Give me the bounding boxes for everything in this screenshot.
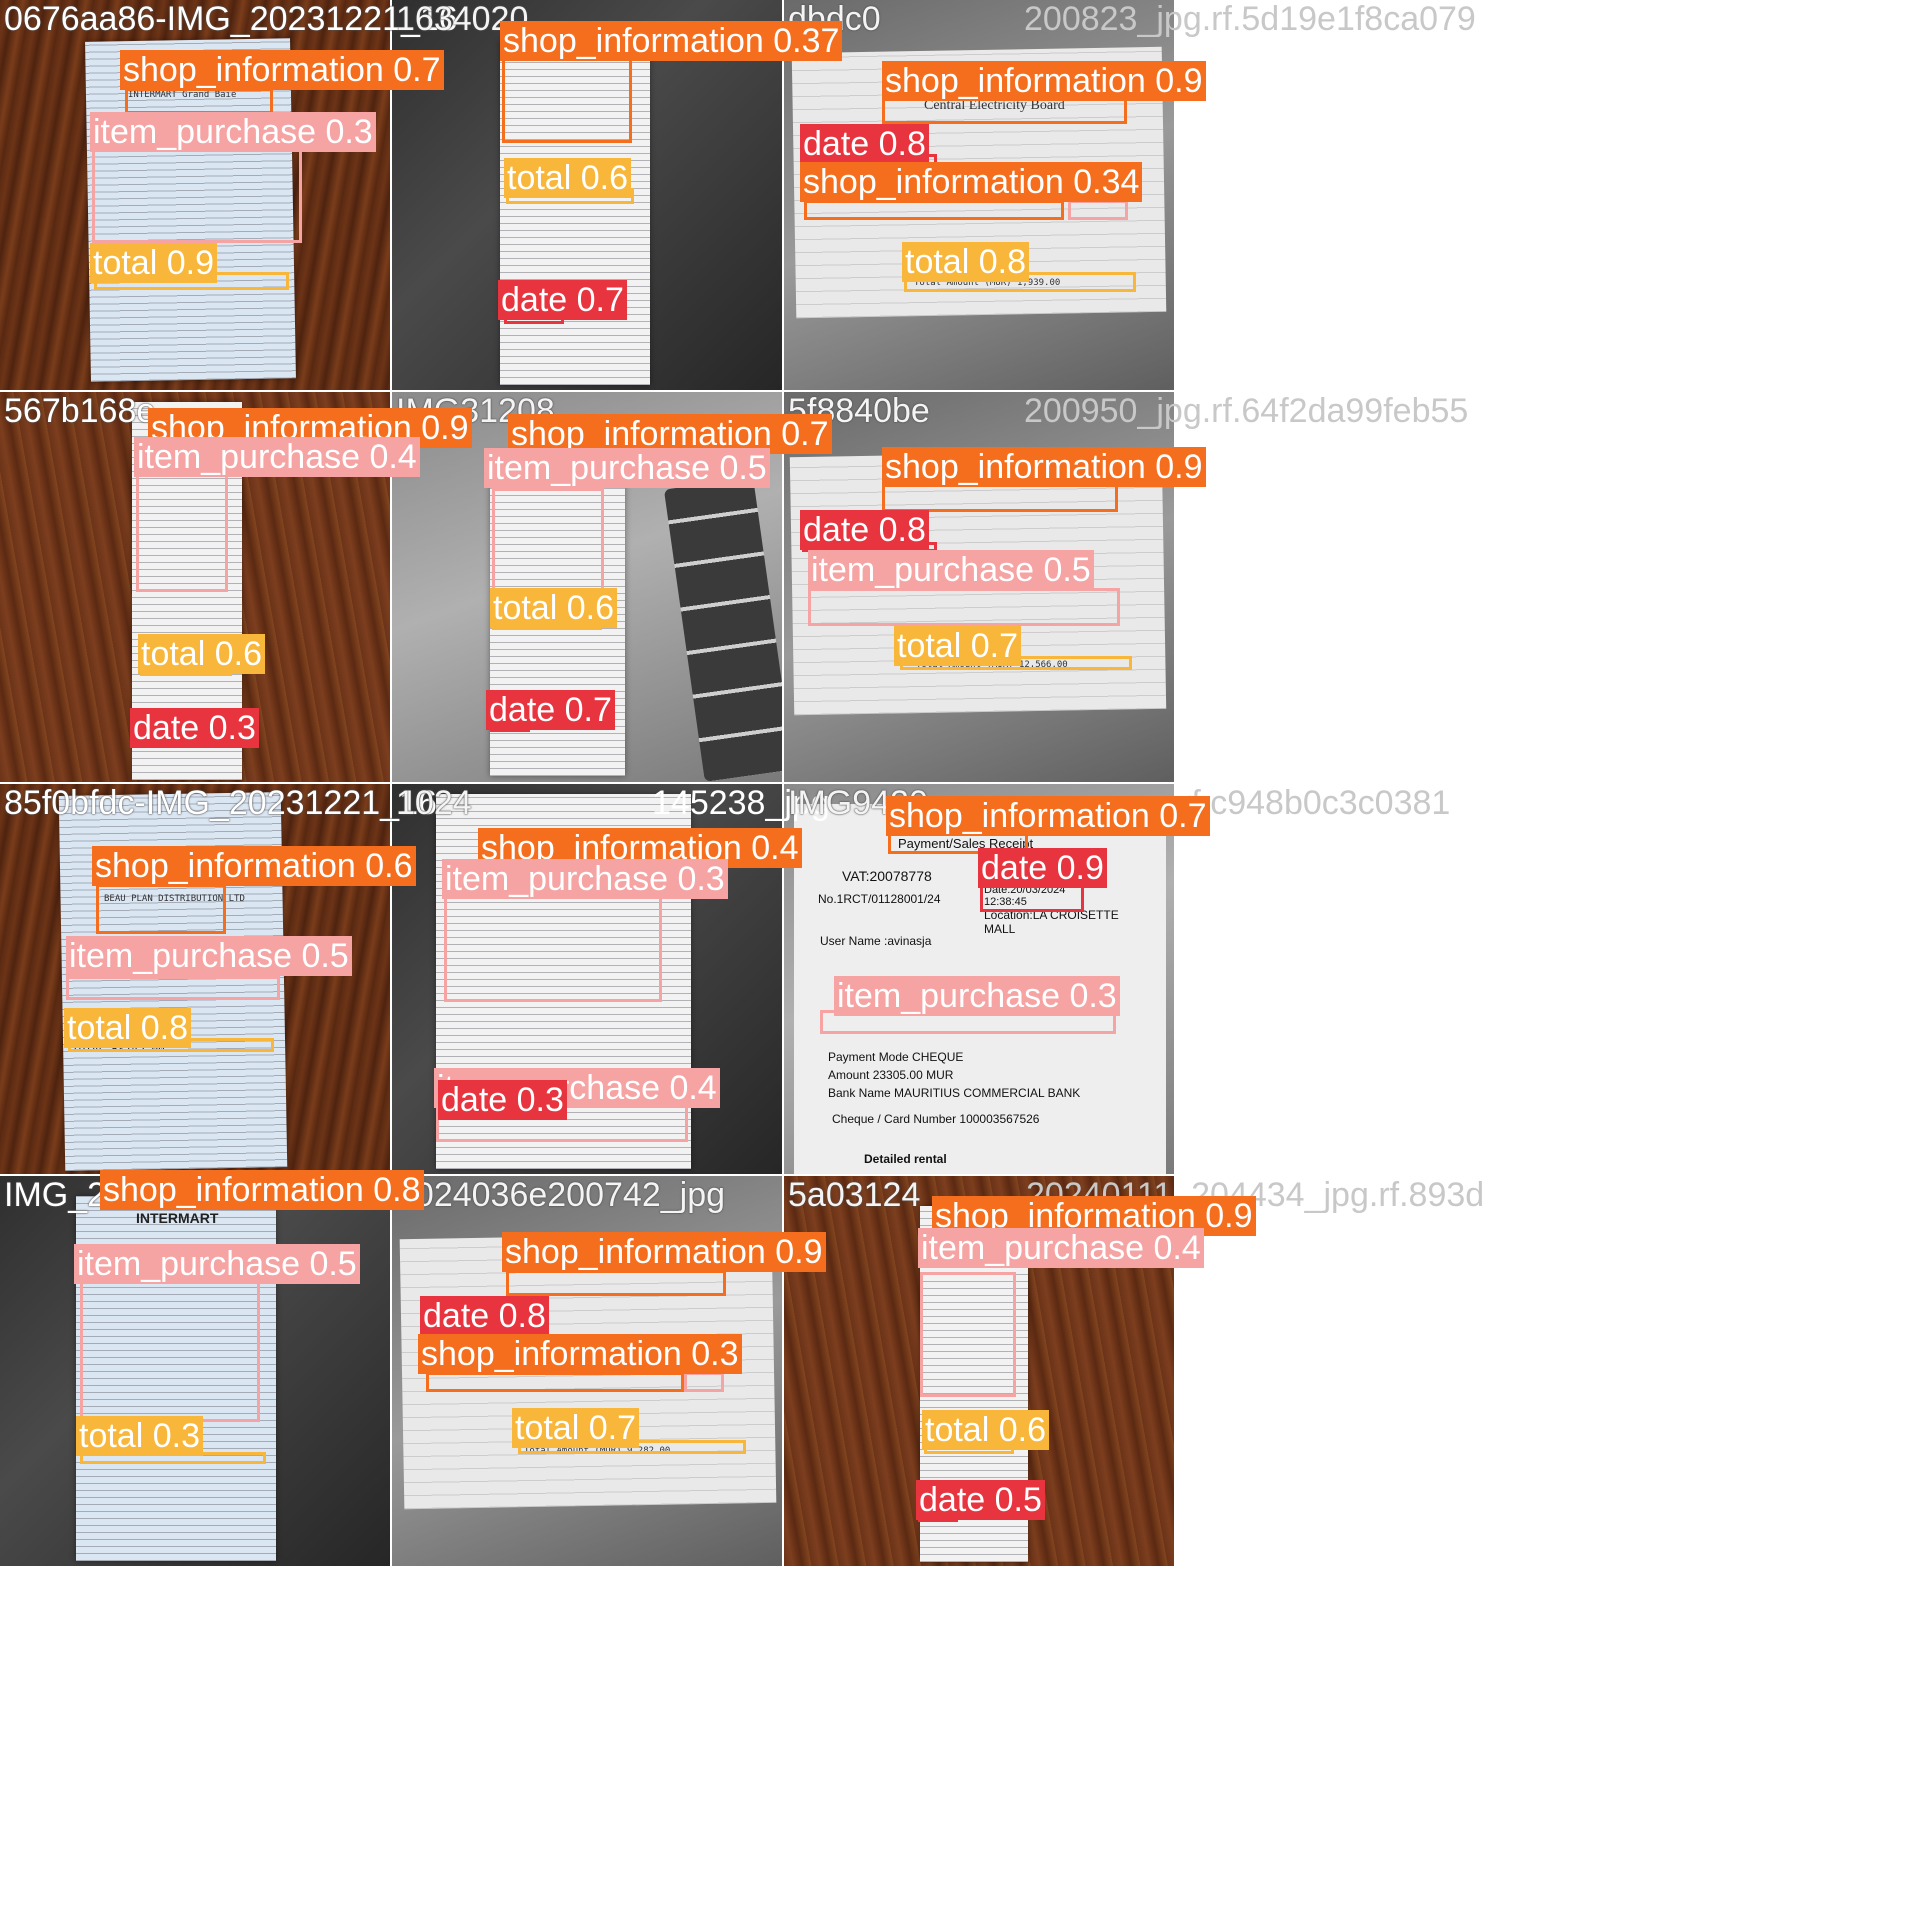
detection-label: shop_information 0.34 (800, 162, 1143, 202)
detection-box-item-purchase (80, 1272, 260, 1422)
receipt-location: Location:LA CROISETTE MALL (984, 908, 1119, 936)
detection-label: date 0.8 (800, 510, 929, 550)
cell-filename: 85f0bfdc-IMG_20231221_16 (4, 784, 437, 822)
detection-label: date 0.7 (486, 690, 615, 730)
detection-label: item_purchase 0.3 (834, 976, 1120, 1016)
receipt-amount: Amount 23305.00 MUR (828, 1068, 954, 1082)
detection-box-item-purchase (136, 474, 228, 592)
detection-box-shop-information (502, 58, 632, 143)
cell-filename: IMG_2 (4, 1176, 107, 1214)
detection-label: date 0.7 (498, 280, 627, 320)
detection-box-shop-information (506, 1270, 726, 1296)
cell-filename-overflow: 200823_jpg.rf.5d19e1f8ca079 (1024, 0, 1476, 38)
detection-box-item-purchase (66, 976, 280, 1000)
receipt-cheque: Cheque / Card Number 100003567526 (832, 1112, 1040, 1126)
receipt-payment-mode: Payment Mode CHEQUE (828, 1050, 964, 1064)
detection-label: total 0.6 (138, 634, 265, 674)
detection-label: shop_information 0.7 (886, 796, 1210, 836)
grid-cell-3: Central Electricity Board Total Amount (… (784, 0, 1476, 390)
grid-cell-12: 5a03124 20240111_204434_jpg.rf.893d shop… (784, 1176, 1484, 1566)
detection-label: date 0.9 (978, 848, 1107, 888)
receipt-number: No.1RCT/01128001/24 (818, 892, 941, 906)
detection-box-item-purchase (920, 1272, 1016, 1397)
detection-box-shop-information (426, 1372, 684, 1392)
grid-cell-7: BEAU PLAN DISTRIBUTION LTD TOTAL Rs145.0… (0, 784, 437, 1174)
detection-label: item_purchase 0.5 (484, 448, 770, 488)
grid-cell-1: INTERMART Grand Baie TOTAL Rs990.14 0676… (0, 0, 458, 390)
detection-box-shop-information (125, 88, 273, 114)
detection-label: total 0.7 (894, 626, 1021, 666)
grid-cell-5: IMG31208 shop_information 0.7 item_purch… (392, 392, 832, 782)
detection-label: total 0.7 (512, 1408, 639, 1448)
receipt-footer: Detailed rental (864, 1152, 947, 1166)
detection-label: item_purchase 0.5 (808, 550, 1094, 590)
detection-label: shop_information 0.9 (882, 61, 1206, 101)
detection-label: item_purchase 0.4 (134, 437, 420, 477)
detection-box-item-purchase (92, 148, 302, 243)
grid-cell-2: 1634020 shop_information 0.37 total 0.6 … (392, 0, 843, 390)
detection-label: shop_information 0.3 (418, 1334, 742, 1374)
receipt-bank: Bank Name MAURITIUS COMMERCIAL BANK (828, 1086, 1081, 1100)
cell-filename: 1024 (396, 784, 472, 822)
detection-label: shop_information 0.9 (882, 447, 1206, 487)
detection-label: total 0.6 (504, 158, 631, 198)
keyboard (663, 477, 782, 782)
detection-label: total 0.6 (922, 1410, 1049, 1450)
detection-label: item_purchase 0.4 (918, 1228, 1204, 1268)
detection-box-item-purchase (1068, 200, 1128, 220)
grid-cell-11: Total Amount (MUR) 9,282.00 2024036e2007… (392, 1176, 826, 1566)
grid-cell-10: INTERMART IMG_2 shop_information 0.8 ite… (0, 1170, 424, 1566)
detection-label: item_purchase 0.5 (74, 1244, 360, 1284)
receipt-logo: INTERMART (136, 1210, 219, 1226)
detection-label: date 0.3 (130, 708, 259, 748)
detection-label: date 0.5 (916, 1480, 1045, 1520)
receipt-user: User Name :avinasja (820, 934, 932, 948)
detection-label: date 0.8 (800, 124, 929, 164)
detection-label: total 0.9 (90, 243, 217, 283)
detection-box-item-purchase (444, 892, 662, 1002)
detection-label: shop_information 0.6 (92, 846, 416, 886)
cell-filename: 567b168e (4, 392, 156, 430)
detection-label: total 0.3 (76, 1416, 203, 1456)
detection-label: date 0.3 (438, 1080, 567, 1120)
receipt-vat: VAT:20078778 (842, 868, 932, 884)
detection-box-item-purchase (808, 588, 1120, 626)
detection-box-item-purchase (684, 1372, 724, 1392)
detection-label: shop_information 0.7 (120, 50, 444, 90)
detection-label: date 0.8 (420, 1296, 549, 1336)
grid-cell-4: 567b168e shop_information 0.9 item_purch… (0, 392, 472, 782)
detection-label: total 0.8 (64, 1008, 191, 1048)
grid-cell-6: Total Amount (MUR) 12,566.00 5f8840be 20… (784, 392, 1468, 782)
grid-cell-8: 1024 145238_jpg shop_information 0.4 ite… (392, 784, 830, 1174)
detection-box-shop-information (882, 484, 1118, 512)
detection-label: shop_information 0.9 (502, 1232, 826, 1272)
detection-label: shop_information 0.37 (500, 21, 843, 61)
detection-label: total 0.6 (490, 588, 617, 628)
detection-box-shop-information (96, 884, 226, 934)
detection-label: item_purchase 0.5 (66, 936, 352, 976)
detection-label: total 0.8 (902, 242, 1029, 282)
detection-box-shop-information (804, 200, 1064, 220)
cell-filename: 2024036e200742_jpg (396, 1176, 726, 1214)
cell-filename-overflow: 200950_jpg.rf.64f2da99feb55 (1024, 392, 1469, 430)
cell-filename: 0676aa86-IMG_20231221_16 (4, 0, 458, 38)
grid-cell-9: Payment/Sales Receipt VAT:20078778 No.1R… (784, 784, 1450, 1174)
cell-filename: 5a03124 (788, 1176, 921, 1214)
cell-filename-overflow: rf.c948b0c3c0381 (1180, 784, 1451, 822)
detection-label: item_purchase 0.3 (442, 859, 728, 899)
detection-label: item_purchase 0.3 (90, 112, 376, 152)
detection-label: shop_information 0.8 (100, 1170, 424, 1210)
